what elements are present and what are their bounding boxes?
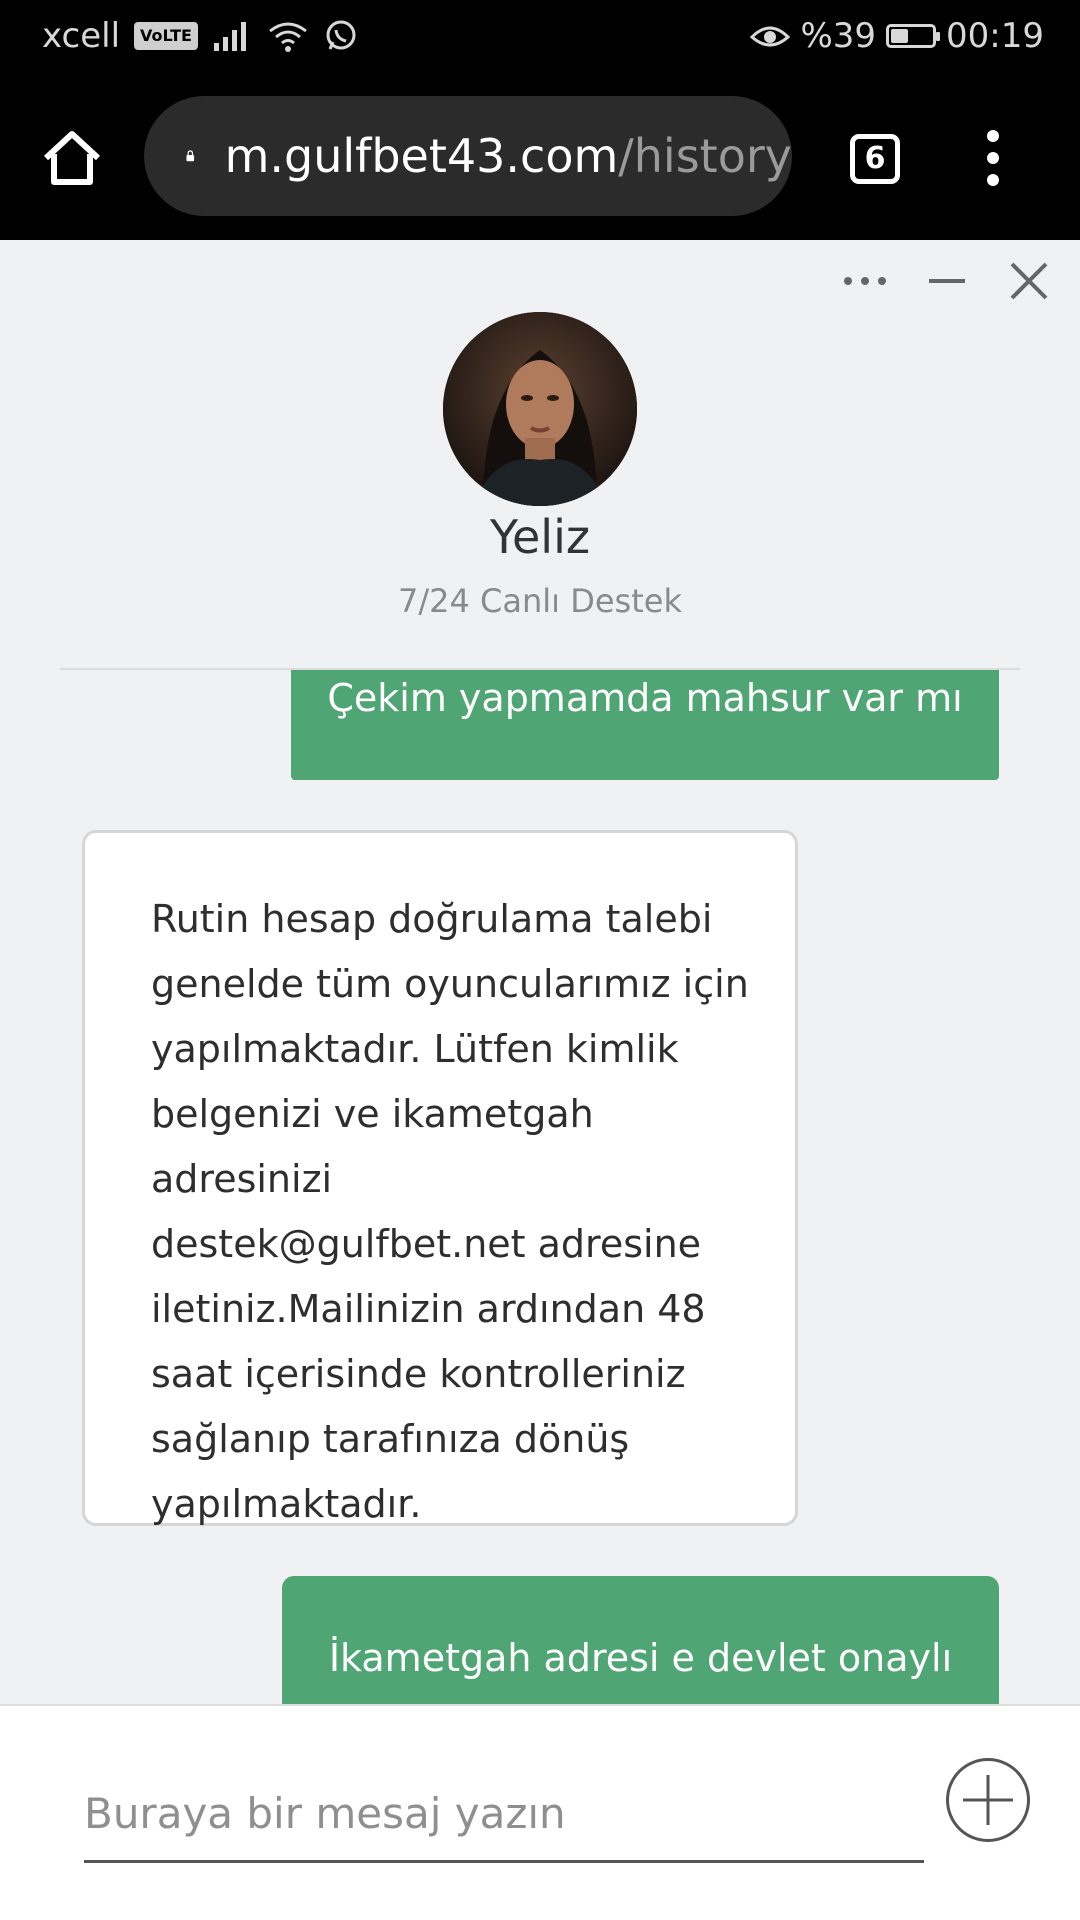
close-icon[interactable] <box>1002 254 1056 308</box>
wifi-icon <box>269 22 307 52</box>
home-icon[interactable] <box>40 126 104 190</box>
lock-icon <box>186 150 195 162</box>
message-input[interactable] <box>84 1766 924 1863</box>
agent-name: Yeliz <box>490 510 590 564</box>
whatsapp-icon <box>326 20 356 50</box>
more-horiz-icon[interactable] <box>838 254 892 308</box>
message-user: Çekim yapmamda mahsur var mı <box>291 670 999 780</box>
url-path: /history <box>618 129 792 183</box>
battery-icon <box>886 24 941 48</box>
message-user: İkametgah adresi e devlet onaylı <box>282 1576 999 1704</box>
status-right: %39 00:19 <box>750 16 1044 56</box>
message-agent: Rutin hesap doğrulama talebi genelde tüm… <box>82 830 798 1526</box>
chat-window-controls <box>838 254 1056 308</box>
eye-icon <box>750 26 791 47</box>
message-composer <box>0 1704 1080 1920</box>
attach-button[interactable] <box>946 1758 1030 1842</box>
agent-photo <box>443 312 637 506</box>
address-bar[interactable]: m.gulfbet43.com/history <box>144 96 792 216</box>
browser-toolbar: m.gulfbet43.com/history 6 <box>0 74 1080 240</box>
carrier-name: xcell <box>42 16 121 56</box>
status-bar: xcell VoLTE %39 00:19 <box>0 0 1080 74</box>
chat-window: Yeliz 7/24 Canlı Destek Çekim yapmamda m… <box>0 240 1080 1704</box>
battery-level <box>891 29 909 43</box>
clock: 00:19 <box>946 16 1044 56</box>
plus-icon <box>963 1775 1013 1825</box>
url-host: m.gulfbet43.com <box>224 129 619 183</box>
minimize-icon[interactable] <box>920 254 974 308</box>
agent-avatar <box>443 312 637 506</box>
tab-switcher-button[interactable]: 6 <box>850 134 900 184</box>
agent-role: 7/24 Canlı Destek <box>398 582 682 620</box>
volte-badge: VoLTE <box>134 22 198 50</box>
status-left: xcell VoLTE <box>42 16 358 56</box>
more-vert-icon[interactable] <box>978 126 1008 190</box>
battery-percent: %39 <box>800 16 877 56</box>
message-list: Çekim yapmamda mahsur var mı Rutin hesap… <box>0 670 1080 1704</box>
url-text: m.gulfbet43.com/history <box>225 129 792 183</box>
signal-icon <box>213 22 246 51</box>
